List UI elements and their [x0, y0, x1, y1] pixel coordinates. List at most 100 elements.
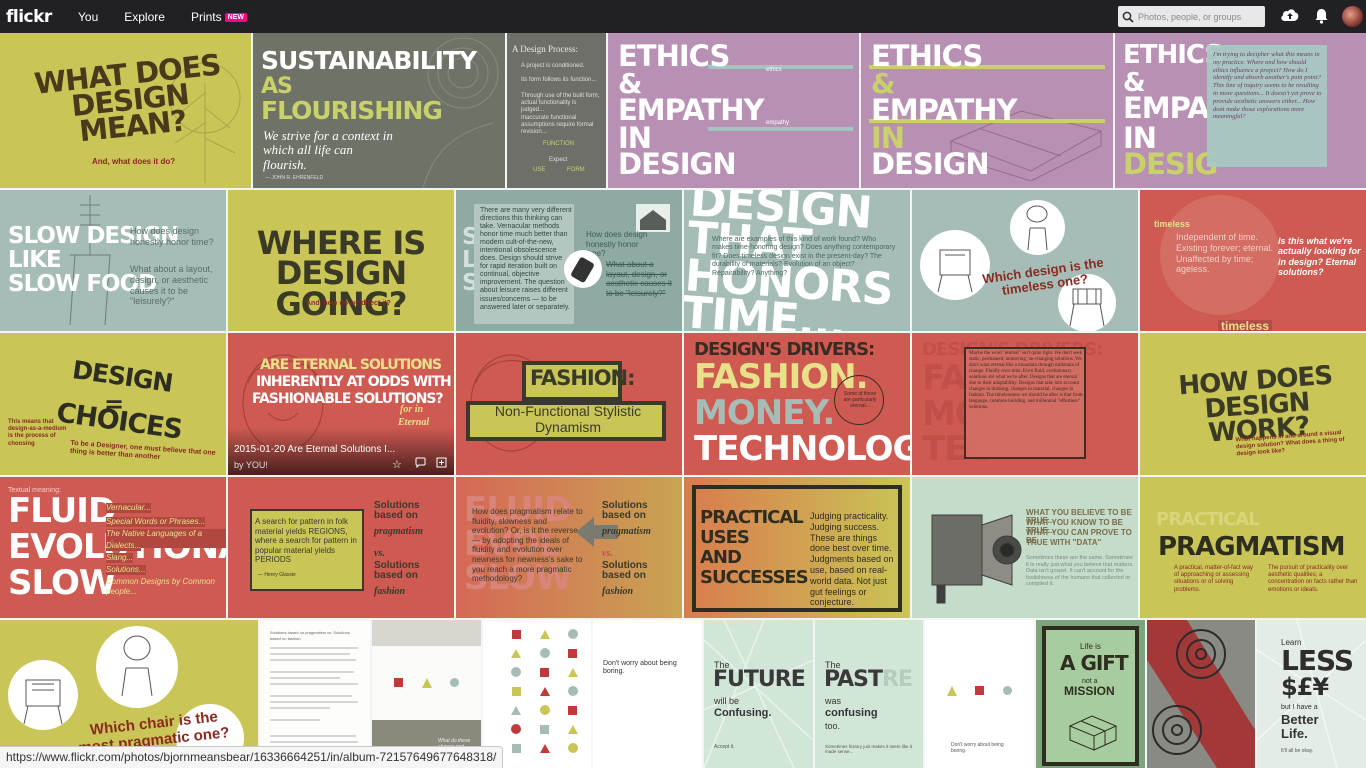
tile-word: timeless	[1154, 219, 1191, 229]
nav-prints[interactable]: Prints NEW	[191, 10, 247, 24]
photo-tile-pragmatism-vs-fashion-2[interactable]: FLUID EVOL SLOW How does pragmatism relate…	[456, 477, 682, 618]
notifications-bell-icon[interactable]	[1314, 8, 1329, 29]
yellow-triangle-shape	[947, 686, 957, 696]
tile-label-3b: fashion	[602, 586, 634, 597]
photo-tile-future-confusing[interactable]: The FUTURE will be Confusing. Accept it.	[704, 620, 813, 768]
tile-list-item: Slang...	[106, 553, 134, 563]
photo-owner[interactable]: by YOU!	[234, 460, 268, 470]
search-input[interactable]	[1138, 11, 1258, 22]
tile-line-3: Dynamism	[534, 419, 602, 435]
favorite-star-icon[interactable]: ☆	[392, 458, 402, 471]
top-navigation-bar: flickr You Explore Prints NEW	[0, 0, 1366, 33]
tile-label-3: Solutions based on	[602, 560, 648, 581]
tile-line-3: SLOW	[8, 563, 116, 603]
photo-tile-fashion-non-functional[interactable]: FASHION: Non-Functional Stylistic Dynami…	[456, 333, 682, 475]
photo-tile-eternal-solutions[interactable]: ARE ETERNAL SOLUTIONS INHERENTLY AT ODDS…	[228, 333, 454, 475]
tile-label-3b: fashion	[374, 586, 406, 597]
tile-list-item: Special Words or Phrases...	[106, 517, 206, 527]
tile-body: Solutions based on pragmatism vs. Soluti…	[270, 630, 350, 641]
photo-tile-design-that-honors-time[interactable]: DESIGN THAT HONORS TIME... Where are exa…	[684, 190, 910, 331]
photo-tile-vernacular-methods[interactable]: SLS There are many very different direct…	[456, 190, 682, 331]
tile-vs: vs.	[374, 548, 385, 559]
photo-tile-dont-worry-1[interactable]: Don't worry about being boring.	[593, 620, 702, 768]
tile-heading: A Design Process:	[512, 44, 578, 54]
tile-line-4: confusing	[825, 707, 878, 719]
user-avatar[interactable]	[1342, 6, 1363, 27]
photo-tile-how-does-design-work[interactable]: HOW DOES DESIGN WORK? What happens in an…	[1140, 333, 1366, 475]
page-band	[372, 620, 481, 646]
photo-tile-data-truth[interactable]: WHAT YOU BELIEVE TO BE TRUE... WHAT YOU …	[912, 477, 1138, 618]
photo-tile-learn-less[interactable]: Learn LESS $£¥ but I have a Better Life.…	[1257, 620, 1366, 768]
tile-line-2: PASTRE	[824, 669, 913, 691]
photo-tile-slow-design[interactable]: SLOW DESIGN LIKE SLOW FOOD How does desi…	[0, 190, 226, 331]
tile-list-item: Dialects...	[106, 541, 142, 551]
tile-line-2: Non-Functional Stylistic	[494, 403, 642, 419]
tile-line-2: LESS	[1281, 644, 1354, 677]
tile-question-2: What about a layout, design, or aestheti…	[606, 260, 672, 298]
photo-tile-pragmatism-vs-fashion-1[interactable]: A search for pattern in folk material yi…	[228, 477, 454, 618]
nav-explore[interactable]: Explore	[124, 10, 165, 24]
photo-tile-where-is-design-going[interactable]: WHERE IS DESIGN GOING? And, how do we di…	[228, 190, 454, 331]
tile-line-1: ARE ETERNAL SOLUTIONS	[260, 357, 442, 373]
tile-label-4: FORM	[567, 167, 585, 173]
tile-subtitle: To be a Designer, one must believe that …	[69, 439, 216, 462]
tile-subtitle: And, what does it do?	[92, 157, 176, 166]
teal-circle-shape	[1003, 686, 1012, 695]
comment-icon[interactable]	[415, 457, 426, 471]
photo-tile-designs-drivers-1[interactable]: DESIGN'S DRIVERS: FASHION. MONEY. TECHNO…	[684, 333, 910, 475]
tile-line-3: FLOURISHING	[261, 96, 443, 125]
photo-tile-timeless-design[interactable]: Which design is the timeless one?	[912, 190, 1138, 331]
tile-line-3: CHOICES	[54, 397, 184, 446]
tile-line-3: TECHNOLOGY.	[694, 429, 910, 469]
tile-credit: — Henry Glassie	[258, 572, 296, 578]
tile-line-2: MONEY.	[694, 393, 835, 433]
photo-tile-dont-worry-2[interactable]: Don't worry about being boring.	[925, 620, 1034, 768]
photo-tile-design-equals-choices[interactable]: DESIGN = CHOICES This means that design-…	[0, 333, 226, 475]
tile-circle-note: Some of these are particularly eternal..…	[843, 391, 877, 409]
add-to-gallery-icon[interactable]	[436, 457, 447, 471]
photo-tile-practical-uses[interactable]: PRACTICAL USES AND SUCCESSES Judging pra…	[684, 477, 910, 618]
tile-label-1: Solutions based on	[374, 500, 420, 521]
tile-body: Maybe the word "eternal" isn't quite rig…	[969, 351, 1083, 410]
tile-line-1: PRACTICAL	[700, 507, 804, 528]
photo-tile-ethics-empathy-2[interactable]: ETHICS & EMPATHY IN DESIGN	[861, 33, 1113, 188]
tile-line-3: will be	[714, 696, 740, 706]
tile-label-1: Solutions based on	[602, 500, 648, 521]
photo-tile-lace-pattern[interactable]	[1147, 620, 1255, 768]
tile-vs: vs.	[602, 548, 613, 559]
tile-line-1: FASHION:	[530, 366, 636, 390]
photo-tile-pragmatism-definition[interactable]: PRACTICAL PRAGMATISM A practical, matter…	[1140, 477, 1366, 618]
tile-footnote: It'll all be okay.	[1281, 748, 1314, 754]
red-square-shape	[975, 686, 984, 695]
chair-photo-circle	[1010, 200, 1065, 255]
nav-you[interactable]: You	[78, 10, 98, 24]
tile-label-3: Solutions based on	[374, 560, 420, 581]
photo-tile-sustainability[interactable]: SUSTAINABILITY AS FLOURISHING We strive …	[253, 33, 505, 188]
tile-credit: — JOHN R. EHRENFELD	[265, 175, 324, 181]
photo-tile-life-is-a-gift[interactable]: Life is A GIFT not a MISSION	[1036, 620, 1145, 768]
photo-tile-ethics-empathy-1[interactable]: ETHICS & EMPATHY IN DESIGN ethics empath…	[608, 33, 859, 188]
chair-photo-circle	[96, 626, 178, 708]
tile-question-1: How does design honestly honor time?	[130, 226, 214, 247]
search-box[interactable]	[1118, 6, 1265, 27]
flickr-logo[interactable]: flickr	[6, 7, 64, 27]
photo-tile-what-does-design-mean[interactable]: WHAT DOES DESIGN MEAN? And, what does it…	[0, 33, 251, 188]
photo-tile-past-confusing[interactable]: The PASTRE was confusing too. Sometimes …	[815, 620, 923, 768]
search-icon[interactable]	[1118, 6, 1138, 27]
tile-line-3: $£¥	[1281, 673, 1329, 701]
tile-title: PRAGMATISM	[1158, 532, 1346, 562]
photo-tile-fluid-evolutionary-slow[interactable]: Textual meaning: FLUID EVOLUTIONARY SLOW…	[0, 477, 226, 618]
photo-tile-designs-drivers-2[interactable]: DESIGN'S DRIVERS: FASMOTEC Maybe the wor…	[912, 333, 1138, 475]
photo-tile-timeless-definition[interactable]: timeless Independent of time. Existing f…	[1140, 190, 1366, 331]
new-badge: NEW	[224, 12, 247, 22]
tile-definition-2: The pursuit of practicality over aesthet…	[1268, 565, 1358, 593]
photo-tile-design-process[interactable]: A Design Process: A project is condition…	[507, 33, 606, 188]
red-square-shape	[394, 678, 403, 687]
photo-tile-ethics-empathy-3[interactable]: ETHICS & EMPA IN DESIG I'm trying to dec…	[1115, 33, 1366, 188]
upload-cloud-icon[interactable]	[1280, 7, 1300, 28]
tile-side-text: for in	[400, 404, 424, 415]
lace-pattern-graphic	[1147, 620, 1255, 768]
photo-grid: WHAT DOES DESIGN MEAN? And, what does it…	[0, 33, 1366, 768]
photo-title[interactable]: 2015-01-20 Are Eternal Solutions I...	[234, 444, 395, 455]
tile-heading: DESIGN'S DRIVERS:	[694, 339, 875, 360]
